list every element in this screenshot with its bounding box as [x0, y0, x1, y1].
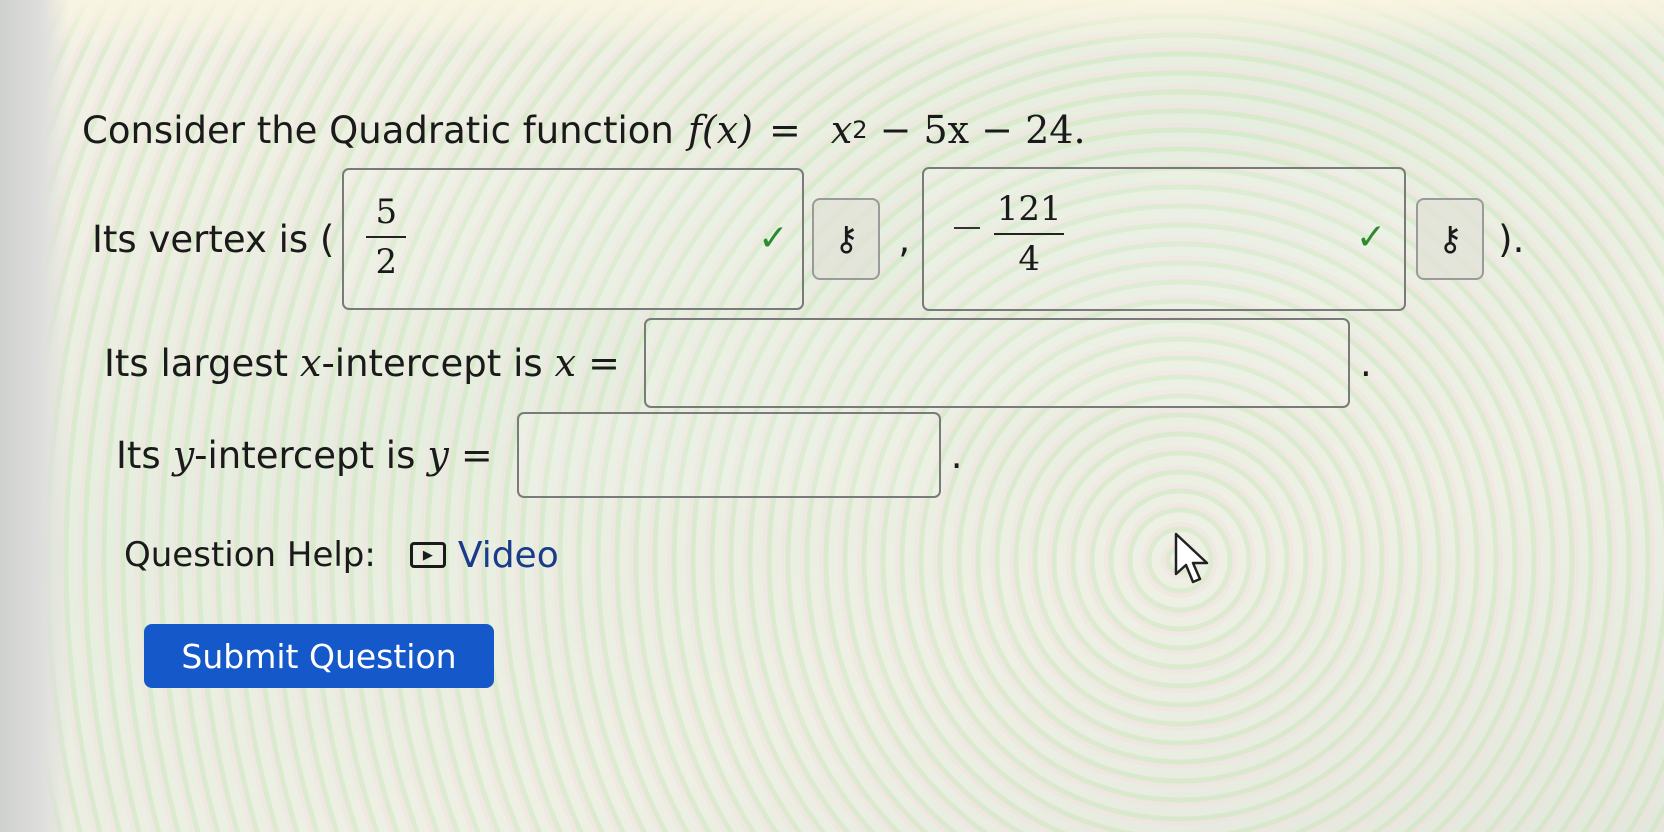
screen-glare — [0, 0, 1664, 50]
function-equals: = — [769, 108, 801, 152]
function-rhs-exponent: 2 — [852, 116, 868, 144]
x-intercept-row: Its largest x -intercept is x = . — [104, 318, 1372, 408]
check-icon: ✓ — [1355, 217, 1387, 258]
x-intercept-var: x — [300, 341, 322, 385]
x-intercept-answer-field[interactable] — [643, 318, 1350, 408]
check-icon: ✓ — [758, 218, 789, 259]
vertex-x-key-button[interactable]: ⚷ — [812, 198, 881, 280]
question-statement: Consider the Quadratic function f(x) = x… — [82, 108, 1086, 152]
vertex-y-denominator: 4 — [1018, 239, 1040, 279]
x-intercept-period: . — [1359, 341, 1372, 385]
vertex-x-fraction: 5 2 — [366, 192, 407, 282]
key-icon: ⚷ — [833, 219, 859, 259]
question-help-label: Question Help: — [124, 535, 376, 575]
x-intercept-label-prefix: Its largest — [104, 341, 289, 385]
function-rhs-base: x — [830, 108, 853, 152]
monitor-bezel — [0, 0, 70, 832]
y-intercept-var: y — [172, 433, 195, 477]
function-lhs: f(x) — [687, 108, 753, 152]
vertex-x-answer-field[interactable]: 5 2 ✓ — [342, 168, 805, 310]
fraction-bar — [994, 233, 1065, 235]
vertex-x-denominator: 2 — [375, 242, 398, 282]
key-icon: ⚷ — [1437, 219, 1463, 259]
vertex-close: ). — [1498, 217, 1525, 261]
y-intercept-period: . — [950, 433, 963, 477]
vertex-y-fraction: 121 4 — [994, 189, 1065, 279]
vertex-y-numerator: 121 — [996, 189, 1062, 229]
vertex-y-answer-field[interactable]: 121 4 ✓ — [922, 167, 1407, 311]
submit-question-button[interactable]: Submit Question — [144, 624, 494, 688]
y-intercept-label-prefix: Its — [116, 433, 161, 477]
x-intercept-label-suffix: -intercept is — [321, 341, 543, 385]
y-intercept-label-suffix: -intercept is — [194, 433, 416, 477]
vertex-label: Its vertex is ( — [92, 217, 335, 261]
mouse-cursor-icon — [1174, 532, 1209, 584]
fraction-bar — [366, 236, 407, 238]
question-intro: Consider the Quadratic function — [82, 108, 674, 152]
x-intercept-equation: x = — [554, 341, 620, 385]
y-intercept-equation: y = — [427, 433, 493, 477]
y-intercept-answer-field[interactable] — [516, 412, 941, 498]
question-help: Question Help: ▶ Video — [124, 530, 559, 580]
vertex-x-numerator: 5 — [375, 192, 398, 232]
vertex-comma: , — [898, 217, 911, 261]
play-icon[interactable]: ▶ — [409, 542, 446, 568]
vertex-y-negative-sign — [954, 227, 981, 229]
vertex-row: Its vertex is ( 5 2 ✓ ⚷ , 121 4 ✓ ⚷ ). — [92, 167, 1525, 311]
function-rhs-rest: − 5x − 24. — [879, 108, 1086, 152]
y-intercept-row: Its y -intercept is y = . — [116, 412, 963, 498]
vertex-y-key-button[interactable]: ⚷ — [1416, 198, 1485, 280]
video-link[interactable]: Video — [458, 535, 559, 576]
